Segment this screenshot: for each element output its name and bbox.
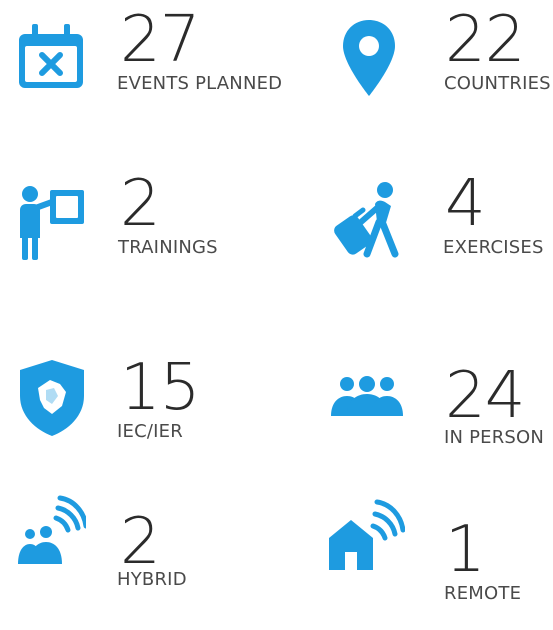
stat-hybrid: 2 HYBRID [16,495,276,624]
hybrid-value: 2 [120,505,161,579]
countries-label: COUNTRIES [444,73,551,94]
hybrid-label: HYBRID [117,569,187,590]
shield-map-icon [16,358,88,438]
map-pin-icon [341,18,397,98]
countries-value: 22 [445,3,525,77]
home-wifi-icon [325,498,405,572]
exercises-value: 4 [445,167,486,241]
stat-trainings: 2 TRAININGS [16,172,276,292]
remote-value: 1 [445,513,486,587]
calendar-x-icon [16,22,86,92]
stat-iec-ier: 15 IEC/IER [16,356,276,472]
stat-remote: 1 REMOTE [329,499,553,630]
events-planned-value: 27 [120,3,200,77]
trainings-value: 2 [120,167,161,241]
traveler-luggage-icon [325,178,407,260]
stat-events-planned: 27 EVENTS PLANNED [16,8,282,128]
presenter-board-icon [16,180,88,262]
stat-exercises: 4 EXERCISES [334,172,553,292]
events-planned-label: EVENTS PLANNED [117,73,283,94]
in-person-value: 24 [445,359,525,433]
stat-countries: 22 COUNTRIES [341,8,553,128]
remote-label: REMOTE [444,583,522,604]
people-wifi-icon [16,494,86,566]
iec-ier-label: IEC/IER [117,421,183,442]
trainings-label: TRAININGS [118,237,218,258]
iec-ier-value: 15 [120,351,200,425]
exercises-label: EXERCISES [443,237,544,258]
people-group-icon [329,374,405,418]
in-person-label: IN PERSON [444,427,545,448]
stat-in-person: 24 IN PERSON [331,364,553,478]
